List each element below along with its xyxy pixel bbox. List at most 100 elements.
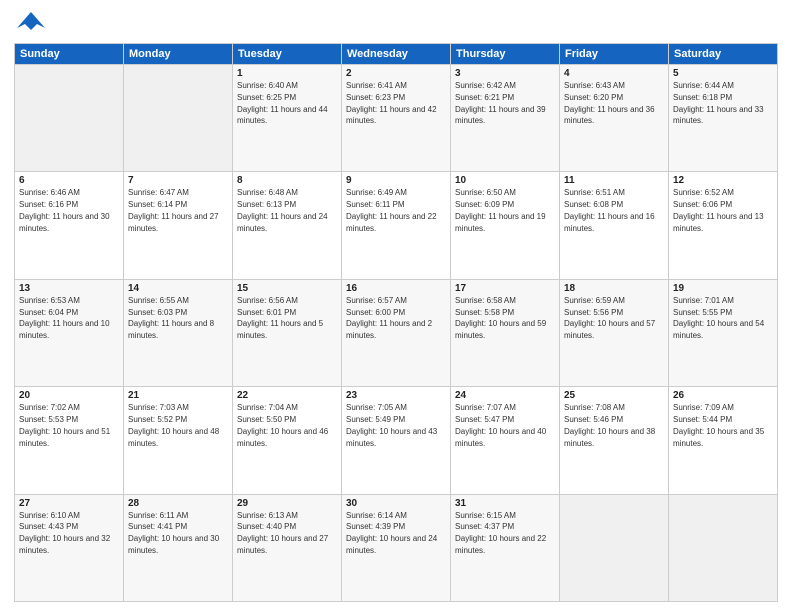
day-number: 28	[128, 498, 228, 509]
day-number: 16	[346, 283, 446, 294]
day-info: Sunrise: 7:09 AMSunset: 5:44 PMDaylight:…	[673, 403, 764, 447]
day-number: 29	[237, 498, 337, 509]
col-header-friday: Friday	[560, 44, 669, 65]
day-cell: 12 Sunrise: 6:52 AMSunset: 6:06 PMDaylig…	[669, 172, 778, 279]
page: SundayMondayTuesdayWednesdayThursdayFrid…	[0, 0, 792, 612]
week-row-1: 1 Sunrise: 6:40 AMSunset: 6:25 PMDayligh…	[15, 65, 778, 172]
header	[14, 10, 778, 37]
col-header-thursday: Thursday	[451, 44, 560, 65]
day-number: 31	[455, 498, 555, 509]
day-cell	[124, 65, 233, 172]
day-cell: 2 Sunrise: 6:41 AMSunset: 6:23 PMDayligh…	[342, 65, 451, 172]
day-info: Sunrise: 6:15 AMSunset: 4:37 PMDaylight:…	[455, 511, 546, 555]
day-number: 6	[19, 175, 119, 186]
day-cell: 10 Sunrise: 6:50 AMSunset: 6:09 PMDaylig…	[451, 172, 560, 279]
day-number: 21	[128, 390, 228, 401]
logo-bird-icon	[17, 10, 45, 32]
day-info: Sunrise: 6:11 AMSunset: 4:41 PMDaylight:…	[128, 511, 219, 555]
day-info: Sunrise: 6:48 AMSunset: 6:13 PMDaylight:…	[237, 188, 328, 232]
day-cell: 9 Sunrise: 6:49 AMSunset: 6:11 PMDayligh…	[342, 172, 451, 279]
day-number: 9	[346, 175, 446, 186]
day-number: 1	[237, 68, 337, 79]
day-cell: 22 Sunrise: 7:04 AMSunset: 5:50 PMDaylig…	[233, 387, 342, 494]
day-cell: 20 Sunrise: 7:02 AMSunset: 5:53 PMDaylig…	[15, 387, 124, 494]
day-number: 7	[128, 175, 228, 186]
col-header-monday: Monday	[124, 44, 233, 65]
day-info: Sunrise: 6:59 AMSunset: 5:56 PMDaylight:…	[564, 296, 655, 340]
day-info: Sunrise: 6:43 AMSunset: 6:20 PMDaylight:…	[564, 81, 655, 125]
day-info: Sunrise: 6:53 AMSunset: 6:04 PMDaylight:…	[19, 296, 110, 340]
day-number: 2	[346, 68, 446, 79]
day-cell: 11 Sunrise: 6:51 AMSunset: 6:08 PMDaylig…	[560, 172, 669, 279]
col-header-wednesday: Wednesday	[342, 44, 451, 65]
day-info: Sunrise: 6:49 AMSunset: 6:11 PMDaylight:…	[346, 188, 437, 232]
day-cell: 1 Sunrise: 6:40 AMSunset: 6:25 PMDayligh…	[233, 65, 342, 172]
day-cell: 7 Sunrise: 6:47 AMSunset: 6:14 PMDayligh…	[124, 172, 233, 279]
day-cell: 6 Sunrise: 6:46 AMSunset: 6:16 PMDayligh…	[15, 172, 124, 279]
day-cell: 14 Sunrise: 6:55 AMSunset: 6:03 PMDaylig…	[124, 279, 233, 386]
day-number: 25	[564, 390, 664, 401]
day-number: 24	[455, 390, 555, 401]
day-info: Sunrise: 6:44 AMSunset: 6:18 PMDaylight:…	[673, 81, 764, 125]
day-cell	[560, 494, 669, 601]
day-number: 13	[19, 283, 119, 294]
day-info: Sunrise: 7:02 AMSunset: 5:53 PMDaylight:…	[19, 403, 110, 447]
day-info: Sunrise: 7:05 AMSunset: 5:49 PMDaylight:…	[346, 403, 437, 447]
day-cell: 31 Sunrise: 6:15 AMSunset: 4:37 PMDaylig…	[451, 494, 560, 601]
day-cell: 29 Sunrise: 6:13 AMSunset: 4:40 PMDaylig…	[233, 494, 342, 601]
day-number: 26	[673, 390, 773, 401]
day-cell: 28 Sunrise: 6:11 AMSunset: 4:41 PMDaylig…	[124, 494, 233, 601]
day-info: Sunrise: 7:07 AMSunset: 5:47 PMDaylight:…	[455, 403, 546, 447]
day-cell: 27 Sunrise: 6:10 AMSunset: 4:43 PMDaylig…	[15, 494, 124, 601]
day-info: Sunrise: 6:51 AMSunset: 6:08 PMDaylight:…	[564, 188, 655, 232]
day-cell: 13 Sunrise: 6:53 AMSunset: 6:04 PMDaylig…	[15, 279, 124, 386]
day-info: Sunrise: 6:40 AMSunset: 6:25 PMDaylight:…	[237, 81, 328, 125]
day-info: Sunrise: 7:03 AMSunset: 5:52 PMDaylight:…	[128, 403, 219, 447]
col-header-tuesday: Tuesday	[233, 44, 342, 65]
day-number: 18	[564, 283, 664, 294]
day-info: Sunrise: 6:42 AMSunset: 6:21 PMDaylight:…	[455, 81, 546, 125]
day-info: Sunrise: 6:55 AMSunset: 6:03 PMDaylight:…	[128, 296, 214, 340]
day-cell: 16 Sunrise: 6:57 AMSunset: 6:00 PMDaylig…	[342, 279, 451, 386]
day-number: 10	[455, 175, 555, 186]
week-row-4: 20 Sunrise: 7:02 AMSunset: 5:53 PMDaylig…	[15, 387, 778, 494]
day-number: 15	[237, 283, 337, 294]
calendar-header-row: SundayMondayTuesdayWednesdayThursdayFrid…	[15, 44, 778, 65]
day-cell	[15, 65, 124, 172]
day-cell: 24 Sunrise: 7:07 AMSunset: 5:47 PMDaylig…	[451, 387, 560, 494]
day-info: Sunrise: 6:47 AMSunset: 6:14 PMDaylight:…	[128, 188, 219, 232]
week-row-5: 27 Sunrise: 6:10 AMSunset: 4:43 PMDaylig…	[15, 494, 778, 601]
day-number: 19	[673, 283, 773, 294]
day-number: 23	[346, 390, 446, 401]
day-info: Sunrise: 7:01 AMSunset: 5:55 PMDaylight:…	[673, 296, 764, 340]
day-number: 3	[455, 68, 555, 79]
day-number: 8	[237, 175, 337, 186]
day-cell: 25 Sunrise: 7:08 AMSunset: 5:46 PMDaylig…	[560, 387, 669, 494]
day-cell: 5 Sunrise: 6:44 AMSunset: 6:18 PMDayligh…	[669, 65, 778, 172]
day-cell: 17 Sunrise: 6:58 AMSunset: 5:58 PMDaylig…	[451, 279, 560, 386]
logo-text	[14, 10, 45, 37]
day-info: Sunrise: 6:52 AMSunset: 6:06 PMDaylight:…	[673, 188, 764, 232]
day-info: Sunrise: 6:57 AMSunset: 6:00 PMDaylight:…	[346, 296, 432, 340]
day-info: Sunrise: 6:41 AMSunset: 6:23 PMDaylight:…	[346, 81, 437, 125]
day-cell: 19 Sunrise: 7:01 AMSunset: 5:55 PMDaylig…	[669, 279, 778, 386]
day-cell: 3 Sunrise: 6:42 AMSunset: 6:21 PMDayligh…	[451, 65, 560, 172]
day-info: Sunrise: 6:14 AMSunset: 4:39 PMDaylight:…	[346, 511, 437, 555]
day-cell: 30 Sunrise: 6:14 AMSunset: 4:39 PMDaylig…	[342, 494, 451, 601]
calendar-table: SundayMondayTuesdayWednesdayThursdayFrid…	[14, 43, 778, 602]
day-cell: 21 Sunrise: 7:03 AMSunset: 5:52 PMDaylig…	[124, 387, 233, 494]
day-cell	[669, 494, 778, 601]
week-row-3: 13 Sunrise: 6:53 AMSunset: 6:04 PMDaylig…	[15, 279, 778, 386]
day-info: Sunrise: 6:10 AMSunset: 4:43 PMDaylight:…	[19, 511, 110, 555]
day-number: 20	[19, 390, 119, 401]
day-number: 5	[673, 68, 773, 79]
logo	[14, 10, 45, 37]
day-cell: 4 Sunrise: 6:43 AMSunset: 6:20 PMDayligh…	[560, 65, 669, 172]
day-info: Sunrise: 6:50 AMSunset: 6:09 PMDaylight:…	[455, 188, 546, 232]
col-header-saturday: Saturday	[669, 44, 778, 65]
day-number: 12	[673, 175, 773, 186]
day-info: Sunrise: 6:46 AMSunset: 6:16 PMDaylight:…	[19, 188, 110, 232]
day-info: Sunrise: 6:58 AMSunset: 5:58 PMDaylight:…	[455, 296, 546, 340]
day-number: 30	[346, 498, 446, 509]
day-cell: 8 Sunrise: 6:48 AMSunset: 6:13 PMDayligh…	[233, 172, 342, 279]
